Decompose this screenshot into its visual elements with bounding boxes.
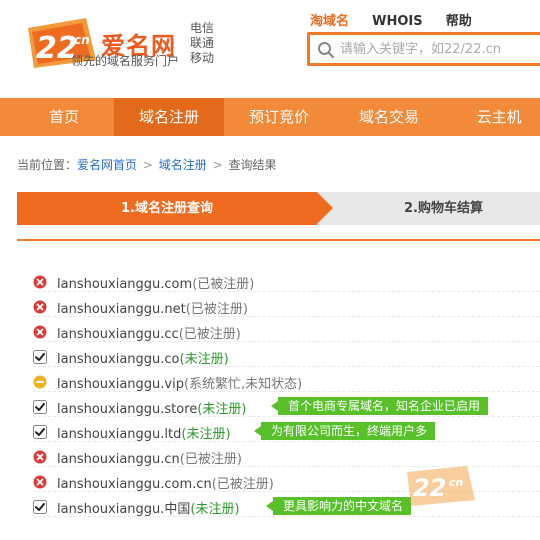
nav-domain-trade[interactable]: 域名交易 [334,98,444,136]
step-2-checkout: 2.购物车结算 [404,201,483,216]
breadcrumb-separator: > [212,158,223,172]
domain-status-text: (未注册) [179,352,229,367]
select-checkbox[interactable] [33,400,47,414]
domain-status-text: (已被注册) [179,452,242,467]
progress-steps: 1.域名注册查询 2.购物车结算 [17,192,540,225]
domain-name: lanshouxianggu.ltd [57,427,182,442]
taken-x-icon [33,275,47,289]
domain-name: lanshouxianggu.cc [57,327,179,342]
breadcrumb-prefix: 当前位置： [17,158,78,172]
domain-name: lanshouxianggu.com.cn [57,477,212,492]
select-checkbox[interactable] [33,500,47,514]
domain-name-label: lanshouxianggu.co(未注册) [57,348,229,367]
domain-name-label: lanshouxianggu.com(已被注册) [57,273,254,292]
search-input[interactable] [340,37,540,61]
taken-x-icon [33,300,47,314]
select-checkbox[interactable] [33,350,47,364]
select-checkbox[interactable] [33,425,47,439]
logo-carriers: 电信 联通 移动 [190,21,220,66]
domain-name-label: lanshouxianggu.cn(已被注册) [57,448,242,467]
domain-name-label: lanshouxianggu.com.cn(已被注册) [57,473,274,492]
site-logo[interactable]: 22 cn 爱名网 领先的域名服务门户 电信 联通 移动 [26,14,216,74]
domain-status-text: (已被注册) [211,477,274,492]
svg-text:cn: cn [74,33,90,47]
promo-badge: 为有限公司而生，终端用户多 [253,422,436,440]
taken-x-icon [33,450,47,464]
taken-x-icon [33,475,47,489]
nav-cloud-host[interactable]: 云主机 [444,98,540,136]
step-arrow [317,192,333,224]
domain-status-text: (未注册) [181,427,231,442]
domain-result-row: lanshouxianggu.cc(已被注册) [33,321,540,343]
domain-result-row: lanshouxianggu.vip(系统繁忙,未知状态) [33,371,540,393]
domain-result-row: lanshouxianggu.co(未注册) [33,346,540,368]
carrier-label: 联通 [190,36,215,50]
domain-name-label: lanshouxianggu.net(已被注册) [57,298,248,317]
domain-name: lanshouxianggu.net [57,302,186,317]
domain-name: lanshouxianggu.store [57,402,198,417]
search-box [307,32,540,66]
domain-result-row: lanshouxianggu.ltd(未注册) 为有限公司而生，终端用户多 [33,421,540,443]
topnav-whois[interactable]: WHOIS [372,14,422,29]
promo-badge: 首个电商专属域名，知名企业已启用 [270,397,489,415]
domain-name-label: lanshouxianggu.store(未注册) [57,398,246,417]
topnav-taoyuming[interactable]: 淘域名 [310,10,349,29]
domain-result-row: lanshouxianggu.net(已被注册) [33,296,540,318]
carrier-label: 电信 [190,21,215,35]
domain-status-text: (已被注册) [185,302,248,317]
topnav-help[interactable]: 帮助 [446,10,472,29]
domain-status-text: (已被注册) [192,277,255,292]
step-1-query: 1.域名注册查询 [17,192,317,225]
breadcrumb-link-home[interactable]: 爱名网首页 [77,158,137,172]
domain-name: lanshouxianggu.co [57,352,180,367]
promo-badge: 更具影响力的中文域名 [265,497,412,515]
carrier-label: 移动 [190,51,215,65]
domain-name-label: lanshouxianggu.cc(已被注册) [57,323,241,342]
domain-status-text: (系统繁忙,未知状态) [183,377,303,392]
domain-result-row: lanshouxianggu.cn(已被注册) [33,446,540,468]
unknown-status-icon [33,375,47,389]
watermark-22cn-logo: 22 cn [407,466,475,506]
search-icon[interactable] [317,41,335,59]
nav-domain-register[interactable]: 域名注册 [114,98,224,136]
domain-status-text: (未注册) [190,502,240,517]
top-nav: 淘域名 WHOIS 帮助 [310,10,490,29]
domain-name: lanshouxianggu.cn [57,452,180,467]
breadcrumb-separator: > [142,158,153,172]
domain-name-label: lanshouxianggu.中国(未注册) [57,498,240,517]
taken-x-icon [33,325,47,339]
nav-home[interactable]: 首页 [10,98,118,136]
domain-name: lanshouxianggu.vip [57,377,184,392]
domain-status-text: (未注册) [197,402,247,417]
site-header: 22 cn 爱名网 领先的域名服务门户 电信 联通 移动 淘域名 WHOIS 帮… [0,0,540,98]
domain-name-label: lanshouxianggu.ltd(未注册) [57,423,231,442]
svg-text:cn: cn [449,476,464,489]
domain-name: lanshouxianggu.com [57,277,193,292]
domain-name-label: lanshouxianggu.vip(系统繁忙,未知状态) [57,373,302,392]
main-nav: 首页 域名注册 预订竞价 域名交易 云主机 [0,98,540,136]
logo-tagline: 领先的域名服务门户 [71,54,180,68]
domain-result-row: lanshouxianggu.com(已被注册) [33,271,540,293]
domain-name: lanshouxianggu.中国 [57,502,191,517]
domain-result-row: lanshouxianggu.store(未注册) 首个电商专属域名，知名企业已启… [33,396,540,418]
svg-text:22: 22 [413,474,446,502]
breadcrumb-link-register[interactable]: 域名注册 [159,158,207,172]
breadcrumb-current: 查询结果 [228,158,277,172]
breadcrumb: 当前位置：爱名网首页 > 域名注册 > 查询结果 [17,156,277,173]
nav-reserve-bid[interactable]: 预订竞价 [224,98,334,136]
domain-status-text: (已被注册) [178,327,241,342]
